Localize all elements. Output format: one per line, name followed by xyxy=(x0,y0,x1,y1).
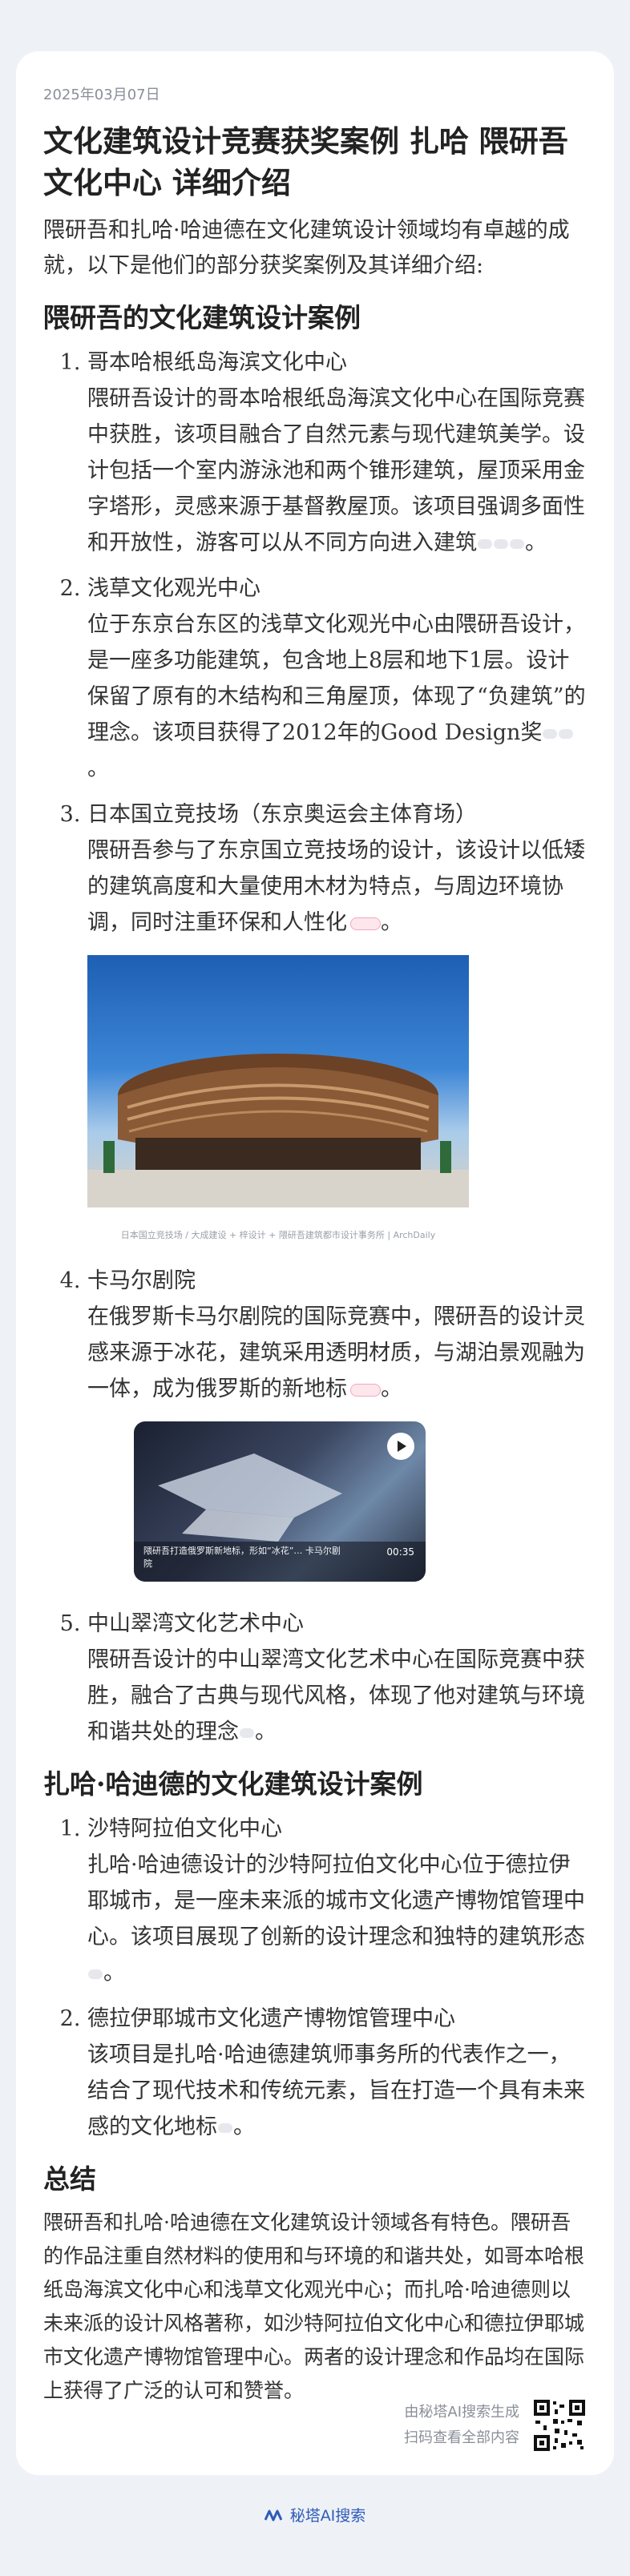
video-caption: 隈研吾打造俄罗斯新地标，形如“冰花”… 卡马尔剧院 xyxy=(143,1546,341,1569)
citation-icon[interactable] xyxy=(88,1969,103,1979)
item-body: 扎哈·哈迪德设计的沙特阿拉伯文化中心位于德拉伊耶城市，是一座未来派的城市文化遗产… xyxy=(87,1852,585,1949)
item-body: 在俄罗斯卡马尔剧院的国际竞赛中，隈研吾的设计灵感来源于冰花，建筑采用透明材质，与… xyxy=(87,1304,585,1401)
brand-name: 秘塔AI搜索 xyxy=(289,2507,366,2525)
item-body: 隈研吾设计的哥本哈根纸岛海滨文化中心在国际竞赛中获胜，该项目融合了自然元素与现代… xyxy=(87,386,585,555)
generated-note: 由秘塔AI搜索生成 xyxy=(404,2404,519,2421)
citation-icon[interactable] xyxy=(218,2122,232,2133)
video-player[interactable]: 隈研吾打造俄罗斯新地标，形如“冰花”… 卡马尔剧院 00:35 xyxy=(134,1421,426,1582)
kuma-heading: 隈研吾的文化建筑设计案例 xyxy=(43,302,361,333)
item-body: 隈研吾参与了东京国立竞技场的设计，该设计以低矮的建筑高度和大量使用木材为特点，与… xyxy=(87,838,585,935)
publish-date: 2025年03月07日 xyxy=(43,87,160,103)
item-title: 中山翠湾文化艺术中心 xyxy=(87,1611,304,1636)
video-duration: 00:35 xyxy=(386,1546,414,1558)
image-caption: 日本国立竞技场 / 大成建设 + 梓设计 + 隈研吾建筑都市设计事务所 | Ar… xyxy=(120,1230,436,1240)
brand-footer[interactable]: 秘塔AI搜索 xyxy=(0,2504,630,2526)
item-title: 浅草文化观光中心 xyxy=(87,576,260,601)
citation-icon[interactable] xyxy=(494,538,508,549)
article-card: 2025年03月07日 文化建筑设计竞赛获奖案例 扎哈 隈研吾 文化中心 详细介… xyxy=(16,51,614,2475)
item-title: 哥本哈根纸岛海滨文化中心 xyxy=(87,350,347,375)
item-title: 卡马尔剧院 xyxy=(87,1268,196,1293)
item-title: 德拉伊耶城市文化遗产博物馆管理中心 xyxy=(87,2006,455,2031)
zaha-list: 沙特阿拉伯文化中心 扎哈·哈迪德设计的沙特阿拉伯文化中心位于德拉伊耶城市，是一座… xyxy=(43,1811,587,2145)
citation-icon[interactable] xyxy=(543,728,558,739)
item-body: 位于东京台东区的浅草文化观光中心由隈研吾设计，是一座多功能建筑，包含地上8层和地… xyxy=(87,612,586,745)
play-icon[interactable] xyxy=(387,1433,414,1460)
citation-icon[interactable] xyxy=(240,1727,254,1738)
list-item: 中山翠湾文化艺术中心 隈研吾设计的中山翠湾文化艺术中心在国际竞赛中获胜，融合了古… xyxy=(87,1606,587,1750)
stadium-image[interactable] xyxy=(87,955,469,1207)
kuma-list: 哥本哈根纸岛海滨文化中心 隈研吾设计的哥本哈根纸岛海滨文化中心在国际竞赛中获胜，… xyxy=(43,345,587,1750)
scan-note: 扫码查看全部内容 xyxy=(404,2429,519,2446)
citation-icon[interactable] xyxy=(510,538,524,549)
item-body: 该项目是扎哈·哈迪德建筑师事务所的代表作之一，结合了现代技术和传统元素，旨在打造… xyxy=(87,2042,585,2139)
stadium-figure: 日本国立竞技场 / 大成建设 + 梓设计 + 隈研吾建筑都市设计事务所 | Ar… xyxy=(87,955,587,1253)
list-item: 日本国立竞技场（东京奥运会主体育场） 隈研吾参与了东京国立竞技场的设计，该设计以… xyxy=(87,796,587,1253)
qr-code-icon[interactable] xyxy=(532,2398,587,2453)
list-item: 德拉伊耶城市文化遗产博物馆管理中心 该项目是扎哈·哈迪德建筑师事务所的代表作之一… xyxy=(87,2001,587,2145)
citation-icon[interactable] xyxy=(559,728,574,739)
citation-badge[interactable] xyxy=(350,1383,381,1397)
list-item: 浅草文化观光中心 位于东京台东区的浅草文化观光中心由隈研吾设计，是一座多功能建筑… xyxy=(87,570,587,787)
footer: 由秘塔AI搜索生成 扫码查看全部内容 xyxy=(404,2398,587,2453)
citation-badge[interactable] xyxy=(350,917,381,930)
zaha-heading: 扎哈·哈迪德的文化建筑设计案例 xyxy=(43,1768,423,1800)
item-title: 沙特阿拉伯文化中心 xyxy=(87,1816,282,1841)
list-item: 沙特阿拉伯文化中心 扎哈·哈迪德设计的沙特阿拉伯文化中心位于德拉伊耶城市，是一座… xyxy=(87,1811,587,1991)
item-body: 隈研吾设计的中山翠湾文化艺术中心在国际竞赛中获胜，融合了古典与现代风格，体现了他… xyxy=(87,1647,585,1744)
item-title: 日本国立竞技场（东京奥运会主体育场） xyxy=(87,802,477,827)
brand-logo-icon xyxy=(264,2508,283,2526)
stadium-illustration xyxy=(87,1054,469,1207)
summary-heading: 总结 xyxy=(43,2163,96,2195)
intro-paragraph: 隈研吾和扎哈·哈迪德在文化建筑设计领域均有卓越的成就，以下是他们的部分获奖案例及… xyxy=(43,218,570,278)
citation-icon[interactable] xyxy=(478,538,492,549)
summary-paragraph: 隈研吾和扎哈·哈迪德在文化建筑设计领域各有特色。隈研吾的作品注重自然材料的使用和… xyxy=(43,2211,585,2402)
list-item: 哥本哈根纸岛海滨文化中心 隈研吾设计的哥本哈根纸岛海滨文化中心在国际竞赛中获胜，… xyxy=(87,345,587,561)
page-title: 文化建筑设计竞赛获奖案例 扎哈 隈研吾 文化中心 详细介绍 xyxy=(43,123,568,200)
list-item: 卡马尔剧院 在俄罗斯卡马尔剧院的国际竞赛中，隈研吾的设计灵感来源于冰花，建筑采用… xyxy=(87,1263,587,1582)
